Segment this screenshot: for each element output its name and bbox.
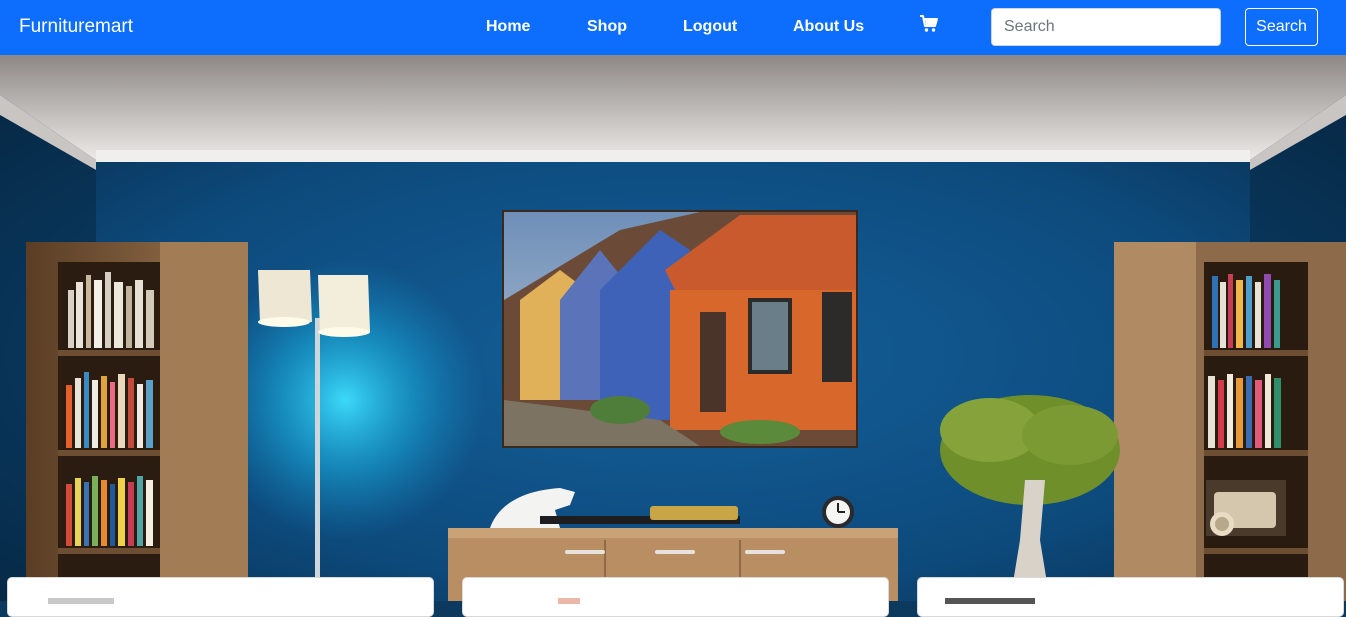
search-button[interactable]: Search bbox=[1245, 8, 1318, 46]
nav-link-logout[interactable]: Logout bbox=[683, 18, 737, 36]
product-card-image bbox=[558, 598, 580, 604]
nav-link-home[interactable]: Home bbox=[486, 18, 530, 36]
nav-link-about-us[interactable]: About Us bbox=[793, 18, 864, 36]
product-card-image bbox=[945, 598, 1035, 604]
product-card-image bbox=[48, 598, 114, 604]
product-card-2[interactable] bbox=[462, 577, 889, 617]
product-card-3[interactable] bbox=[917, 577, 1344, 617]
hero-banner-image bbox=[0, 55, 1346, 601]
search-input[interactable] bbox=[991, 8, 1221, 46]
nav-link-shop[interactable]: Shop bbox=[587, 18, 627, 36]
product-card-1[interactable] bbox=[7, 577, 434, 617]
shopping-cart-icon[interactable] bbox=[919, 14, 939, 34]
top-navbar: Furnituremart Home Shop Logout About Us … bbox=[0, 0, 1346, 55]
brand-logo[interactable]: Furnituremart bbox=[19, 16, 133, 38]
